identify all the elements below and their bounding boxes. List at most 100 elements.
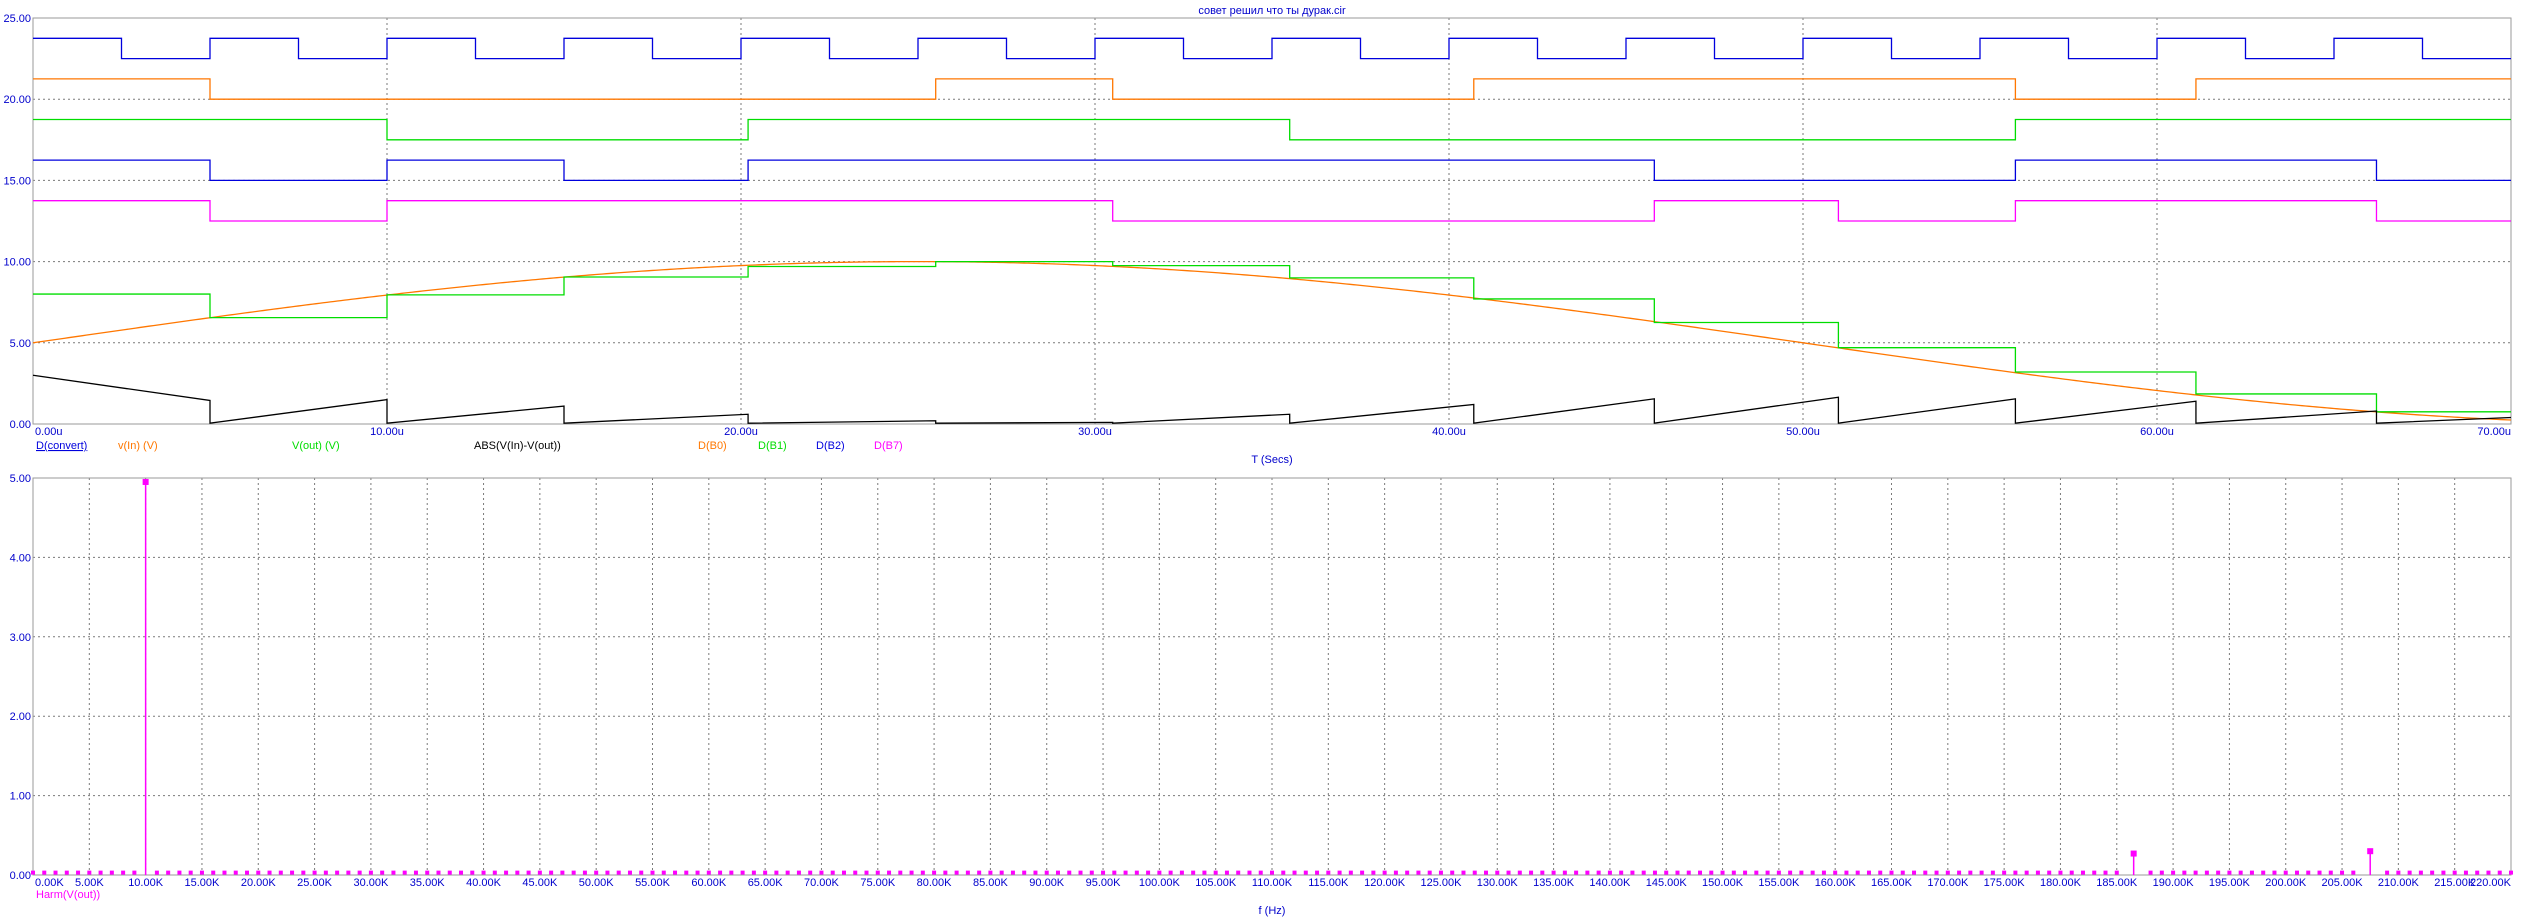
harmonic-marker [1123,870,1128,875]
harmonic-marker [402,870,407,875]
harmonic-marker [2294,870,2299,875]
harmonic-marker [1292,870,1297,875]
x-tick-label: 115.00K [1308,877,1349,889]
harmonic-marker [2080,870,2085,875]
x-axis-label: f (Hz) [1259,905,1286,917]
harmonic-marker [1664,870,1669,875]
harmonic-marker [2463,870,2468,875]
harmonic-marker [774,870,779,875]
trace-v-in-v [32,260,2512,421]
x-tick-label: 50.00u [1786,426,1820,438]
harmonic-marker [887,870,892,875]
harmonic-marker [1405,870,1410,875]
harmonic-marker [132,870,137,875]
x-tick-label: 40.00u [1432,426,1466,438]
harmonic-marker [1303,870,1308,875]
x-tick-label: 70.00K [804,877,840,889]
plot-frame [32,477,2512,876]
harmonic-marker [954,870,959,875]
harmonic-marker [109,870,114,875]
harmonic-marker [1720,870,1725,875]
harmonic-marker [166,870,171,875]
x-tick-label: 135.00K [1533,877,1575,889]
harmonic-marker [1224,870,1229,875]
harmonic-marker [1326,870,1331,875]
harmonic-marker [1833,870,1838,875]
x-tick-label: 15.00K [185,877,221,889]
harmonic-marker [1202,870,1207,875]
harmonic-marker [346,870,351,875]
x-tick-label: 90.00K [1029,877,1065,889]
x-tick-label: 170.00K [1927,877,1969,889]
harmonic-marker [1630,870,1635,875]
harmonic-marker [673,870,678,875]
harmonic-marker [650,870,655,875]
x-tick-label: 75.00K [860,877,896,889]
harmonic-marker [1191,870,1196,875]
x-tick-label: 180.00K [2040,877,2082,889]
harmonic-marker [2103,870,2108,875]
harmonic-peak-marker [2130,850,2137,857]
x-tick-label: 50.00K [579,877,615,889]
harmonic-marker [1258,870,1263,875]
harmonic-marker [1337,870,1342,875]
harmonics-plot: 0.00 1.00 2.00 3.00 4.00 5.00 0.00K 5.00K 10.00K… [10,473,2513,917]
harmonic-marker [2430,870,2435,875]
harmonic-marker [2024,870,2029,875]
harmonic-marker [1743,870,1748,875]
trace-d-b1 [33,118,2511,141]
x-tick-label: 160.00K [1815,877,1857,889]
x-tick-label: 140.00K [1589,877,1631,889]
harmonic-marker [1495,870,1500,875]
harmonic-marker [1585,870,1590,875]
legend-entry: D(B2) [816,440,845,452]
harmonic-marker [1360,870,1365,875]
x-tick-label: 145.00K [1646,877,1688,889]
harmonic-marker [1044,870,1049,875]
x-tick-label: 20.00K [241,877,277,889]
harmonic-marker [2171,870,2176,875]
legend-entry: v(In) (V) [118,440,158,452]
harmonic-marker [526,870,531,875]
x-tick-label: 185.00K [2096,877,2138,889]
x-tick-label: 150.00K [1702,877,1744,889]
harmonic-marker [1562,870,1567,875]
window-title: совет решил что ты дурак.cir [1198,5,1346,17]
harmonic-marker [1450,870,1455,875]
harmonic-marker [560,870,565,875]
y-tick-label: 5.00 [10,473,31,485]
harmonic-marker [2317,870,2322,875]
harmonic-marker [312,870,317,875]
harmonic-marker [616,870,621,875]
harmonic-marker [2193,870,2198,875]
harmonic-marker [1382,870,1387,875]
harmonic-marker [796,870,801,875]
x-tick-label: 195.00K [2209,877,2251,889]
harmonic-marker [785,870,790,875]
harmonic-marker [2092,870,2097,875]
harmonic-marker [436,870,441,875]
harmonic-marker [1754,870,1759,875]
harmonic-marker [1055,870,1060,875]
legend-entry: D(convert) [36,440,87,452]
x-tick-label: 0.00u [35,426,63,438]
harmonic-marker [53,870,58,875]
x-tick-label: 130.00K [1477,877,1519,889]
harmonic-marker [1912,870,1917,875]
legend-entry: ABS(V(In)-V(out)) [474,440,561,452]
harmonic-marker [1934,870,1939,875]
harmonic-marker [1686,870,1691,875]
harmonic-marker [1709,870,1714,875]
harmonic-marker [177,870,182,875]
harmonic-marker [1281,870,1286,875]
harmonic-marker [87,870,92,875]
harmonic-marker [977,870,982,875]
y-tick-label: 3.00 [10,632,31,644]
harmonic-marker [515,870,520,875]
x-tick-label: 190.00K [2153,877,2195,889]
legend-entry: V(out) (V) [292,440,340,452]
x-tick-label: 80.00K [917,877,953,889]
harmonic-marker [2013,870,2018,875]
harmonic-marker [763,870,768,875]
harmonic-marker [706,870,711,875]
